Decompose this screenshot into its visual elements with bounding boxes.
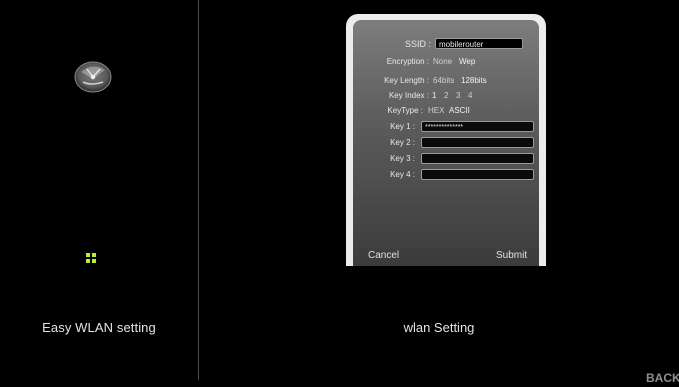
key-index-option-1[interactable]: 1 <box>432 90 436 102</box>
key3-label: Key 3 : <box>390 154 415 163</box>
ssid-label: SSID : <box>404 39 431 49</box>
green-dots-icon <box>86 253 98 265</box>
page-title: wlan Setting <box>403 320 475 335</box>
key2-label: Key 2 : <box>390 138 415 147</box>
key1-field[interactable]: ************** <box>421 121 534 132</box>
key4-field[interactable] <box>421 169 534 180</box>
key-index-option-3[interactable]: 3 <box>456 90 460 102</box>
key2-field[interactable] <box>421 137 534 148</box>
key-type-label: KeyType : <box>387 106 423 115</box>
ssid-field[interactable]: mobilerouter <box>435 38 523 49</box>
sidebar-label-easy-wlan[interactable]: Easy WLAN setting <box>0 320 198 335</box>
cancel-button[interactable]: Cancel <box>368 250 399 262</box>
router-globe-icon <box>74 61 112 93</box>
wlan-settings-dialog: SSID : mobilerouter Encryption : None We… <box>346 14 546 266</box>
key-type-option-hex[interactable]: HEX <box>428 105 444 117</box>
key-length-label: Key Length : <box>384 76 429 85</box>
key4-label: Key 4 : <box>390 170 415 179</box>
encryption-option-wep[interactable]: Wep <box>459 56 475 68</box>
submit-button[interactable]: Submit <box>496 250 527 262</box>
key-index-option-4[interactable]: 4 <box>468 90 472 102</box>
screen: Easy WLAN setting SSID : mobilerouter En… <box>0 0 679 387</box>
encryption-option-none[interactable]: None <box>433 56 452 68</box>
key-index-label: Key Index : <box>388 91 429 100</box>
key-length-option-64[interactable]: 64bits <box>433 75 454 87</box>
dialog-body: SSID : mobilerouter Encryption : None We… <box>353 20 539 266</box>
encryption-label: Encryption : <box>386 57 429 66</box>
key-index-option-2[interactable]: 2 <box>444 90 448 102</box>
back-button[interactable]: BACK <box>646 371 679 385</box>
key-type-option-ascii[interactable]: ASCII <box>449 105 470 117</box>
key-length-option-128[interactable]: 128bits <box>461 75 487 87</box>
key3-field[interactable] <box>421 153 534 164</box>
key1-label: Key 1 : <box>390 122 415 131</box>
